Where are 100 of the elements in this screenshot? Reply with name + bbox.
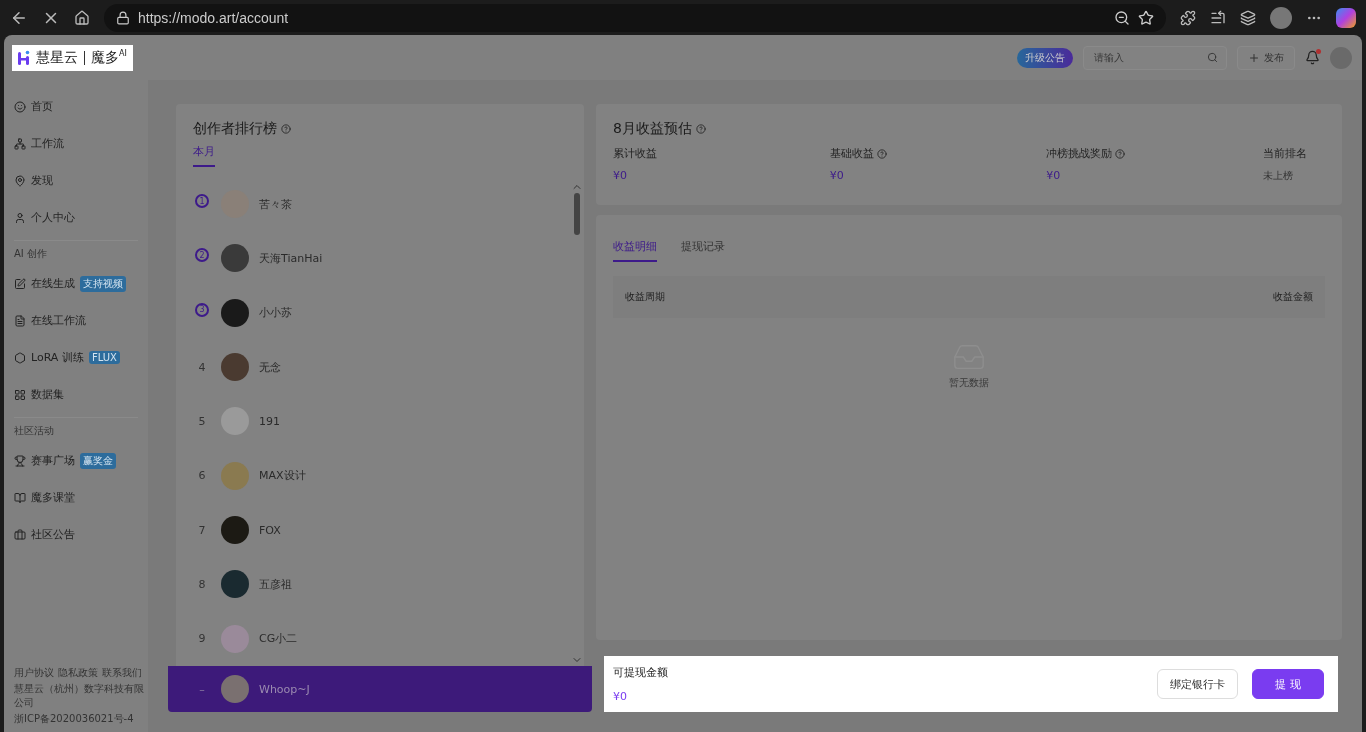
announcement-button[interactable]: 升级公告 <box>1017 47 1073 68</box>
creator-avatar <box>221 353 249 382</box>
star-icon[interactable] <box>1138 9 1154 26</box>
rank-number: – <box>198 682 206 696</box>
creator-avatar <box>221 244 249 273</box>
nav-item[interactable]: 数据集 <box>14 376 148 413</box>
icp-number: 浙ICP备2020036021号-4 <box>14 712 135 726</box>
creator-avatar <box>221 298 249 327</box>
copilot-icon[interactable] <box>1336 7 1356 28</box>
creator-name[interactable]: 天海TianHai <box>259 251 323 266</box>
earnings-title: 8月收益预估 <box>613 120 692 138</box>
favorites-icon[interactable] <box>1210 9 1226 26</box>
nav-item[interactable]: 工作流 <box>14 125 148 162</box>
rank-number: 8 <box>197 577 207 591</box>
creator-avatar <box>221 675 249 703</box>
nav-badge: 赢奖金 <box>80 452 116 469</box>
creator-avatar <box>221 461 249 490</box>
creator-name[interactable]: 小小苏 <box>259 305 292 321</box>
edit-icon <box>14 277 26 290</box>
creator-name[interactable]: FOX <box>259 523 281 537</box>
company-name: 慧星云（杭州）数字科技有限公司 <box>14 682 145 710</box>
publish-button[interactable]: 发布 <box>1237 45 1295 70</box>
details-tab[interactable]: 提现记录 <box>681 233 725 262</box>
lock-icon <box>116 10 130 25</box>
nav-item[interactable]: 赛事广场 赢奖金 <box>14 442 148 479</box>
bind-card-button[interactable]: 绑定银行卡 <box>1157 669 1238 699</box>
grid-icon <box>14 388 26 401</box>
stat-label: 当前排名 <box>1263 146 1307 161</box>
rank-number: 6 <box>197 469 207 483</box>
stat-value: ¥0 <box>829 169 845 182</box>
empty-text: 暂无数据 <box>949 376 989 390</box>
nav-badge: FLUX <box>88 351 120 364</box>
nav-item[interactable]: 首页 <box>14 88 148 125</box>
brand-name: 慧星云 <box>36 48 78 67</box>
section-title: 社区活动 <box>14 424 55 438</box>
withdraw-amount: ¥0 <box>613 690 628 703</box>
details-tab[interactable]: 收益明细 <box>613 233 657 262</box>
ranking-title: 创作者排行榜 <box>193 120 277 138</box>
nav-item[interactable]: LoRA 训练 FLUX <box>14 339 148 376</box>
footer-link[interactable]: 隐私政策 <box>58 666 98 680</box>
footer-link[interactable]: 联系我们 <box>102 666 142 680</box>
book-icon <box>14 491 26 504</box>
creator-name[interactable]: Whoop~J <box>259 682 310 696</box>
network-icon <box>14 137 26 150</box>
hexagon-icon <box>14 351 26 364</box>
rank-number: 5 <box>197 414 207 428</box>
footer-link[interactable]: 用户协议 <box>14 666 54 680</box>
creator-name[interactable]: 五彦祖 <box>259 576 292 592</box>
creator-name[interactable]: CG小二 <box>259 631 298 647</box>
creator-name[interactable]: 无念 <box>259 359 281 375</box>
creator-avatar <box>221 570 249 599</box>
document-icon <box>14 314 26 327</box>
creator-avatar <box>221 516 249 545</box>
withdraw-button[interactable]: 提 现 <box>1252 669 1324 699</box>
creator-name[interactable]: MAX设计 <box>259 468 306 484</box>
nav-item[interactable]: 个人中心 <box>14 199 148 236</box>
creator-avatar <box>221 624 249 653</box>
help-icon[interactable] <box>876 148 887 159</box>
column-header: 收益金额 <box>1273 290 1313 304</box>
rank-number: 4 <box>197 360 207 374</box>
trophy-icon <box>14 454 26 467</box>
collections-icon[interactable] <box>1240 9 1256 26</box>
rank-number: 9 <box>197 632 207 646</box>
logo[interactable]: 慧星云 魔多$^{AI}$ <box>12 44 133 71</box>
withdraw-label: 可提现金额 <box>613 665 669 680</box>
nav-item[interactable]: 社区公告 <box>14 516 148 553</box>
stat-label: 累计收益 <box>613 146 657 161</box>
column-header: 收益周期 <box>625 290 665 304</box>
section-title: AI 创作 <box>14 247 48 261</box>
stat-label: 冲榜挑战奖励 <box>1046 146 1113 161</box>
zoom-out-icon[interactable] <box>1114 9 1130 26</box>
help-icon[interactable] <box>695 124 706 134</box>
puzzle-icon[interactable] <box>1180 9 1196 26</box>
rank-number: 7 <box>197 523 207 537</box>
creator-name[interactable]: 苦々茶 <box>259 196 292 212</box>
stat-value: ¥0 <box>1046 169 1062 182</box>
nav-item[interactable]: 在线生成 支持视频 <box>14 265 148 302</box>
creator-name[interactable]: 191 <box>259 414 280 428</box>
nav-badge: 支持视频 <box>80 275 126 292</box>
url-text: https://modo.art/account <box>138 9 289 26</box>
person-icon <box>14 211 26 224</box>
search-field[interactable]: 请输入 <box>1083 45 1227 70</box>
product-name: 魔多$^{AI}$ <box>91 48 127 67</box>
search-icon[interactable] <box>1207 52 1218 63</box>
period-tab[interactable]: 本月 <box>193 138 215 167</box>
help-icon[interactable] <box>281 124 291 134</box>
address-bar[interactable]: https://modo.art/account <box>104 3 1166 32</box>
search-input[interactable]: 请输入 <box>1092 51 1207 64</box>
nav-item[interactable]: 魔多课堂 <box>14 479 148 516</box>
stat-label: 基础收益 <box>829 146 874 161</box>
nav-item[interactable]: 在线工作流 <box>14 302 148 339</box>
nav-item[interactable]: 发现 <box>14 162 148 199</box>
stat-value: ¥0 <box>613 169 628 182</box>
help-icon[interactable] <box>1115 148 1126 159</box>
profile-avatar[interactable] <box>1270 6 1292 29</box>
logo-mark-icon <box>18 49 30 66</box>
plus-icon <box>1248 51 1260 64</box>
location-pin-icon <box>14 174 26 187</box>
creator-avatar <box>221 407 249 436</box>
bell-icon[interactable] <box>1305 50 1320 65</box>
